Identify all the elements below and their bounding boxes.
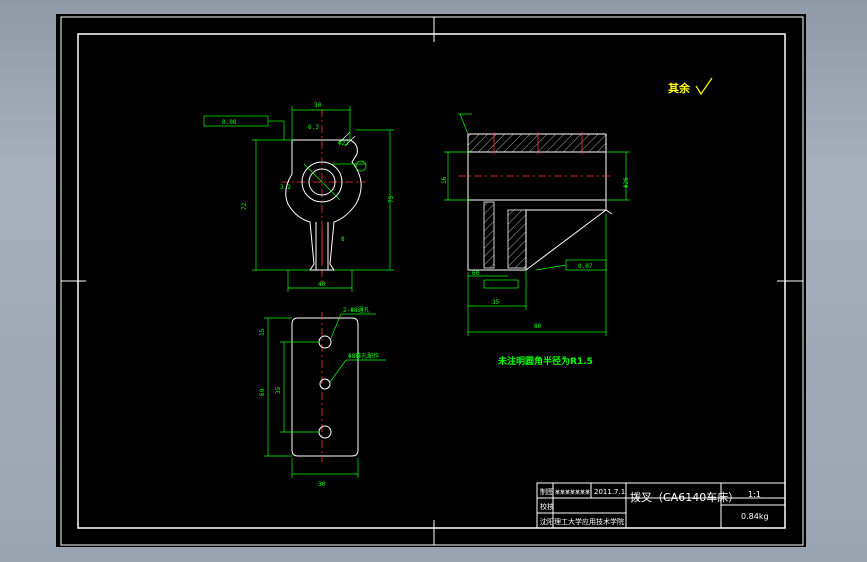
dim-plan-width: 30	[318, 481, 326, 488]
dim-side-width: 60	[472, 270, 480, 277]
hole-note-a: 2-Φ8通孔	[343, 306, 369, 314]
title-drawn-label: 制图	[540, 487, 554, 496]
title-part-name: 拨叉（CA6140车床）	[630, 490, 739, 504]
dim-side-total: 80	[534, 323, 542, 330]
dim-left-height: 72	[241, 202, 248, 210]
dim-plan-height: 69	[259, 388, 266, 396]
finish-symbol	[695, 77, 713, 96]
plan-view: 69 35 15 30 2-Φ8通孔 Φ8锥孔配作	[259, 306, 386, 488]
front-view: 30 72 75 40 Φ22 8 0.08 3.2 6.3	[203, 102, 395, 292]
inner-frame	[77, 33, 786, 529]
hole-note-b: Φ8锥孔配作	[348, 352, 379, 360]
title-date: 2011.7.1	[594, 488, 625, 496]
tol-perpendicular: 0.07	[578, 263, 593, 270]
dim-small: 8	[341, 236, 345, 243]
dim-side-mid: 35	[492, 299, 500, 306]
title-check-label: 校核	[540, 502, 554, 511]
dim-dia: Φ22	[338, 140, 349, 147]
dim-top-width: 30	[314, 102, 322, 109]
title-drawn-name: 某某某某某某某	[555, 490, 590, 496]
center-marks	[61, 17, 803, 545]
fillet-note: 未注明圆角半径为R1.5	[497, 355, 593, 367]
outer-frame	[60, 16, 804, 546]
dim-side-height: 16	[441, 176, 448, 184]
surface-finish-a: 3.2	[280, 184, 291, 191]
title-school: 沈阳理工大学应用技术学院	[540, 517, 624, 526]
title-weight: 0.84kg	[741, 512, 769, 521]
tol-flatness: 0.08	[222, 119, 237, 126]
dim-right-height: 75	[388, 195, 395, 203]
surface-finish-b: 6.3	[308, 124, 319, 131]
rest-finish-note: 其余	[668, 81, 691, 95]
dim-side-dia: Φ26	[623, 177, 630, 188]
dim-bottom-width: 40	[318, 281, 326, 288]
drawing-sheet: 30 72 75 40 Φ22 8 0.08 3.2 6.3 16 Φ26 35…	[56, 14, 806, 547]
dim-plan-mid: 35	[275, 386, 282, 394]
dim-plan-top: 15	[259, 328, 266, 336]
cad-drawing: 30 72 75 40 Φ22 8 0.08 3.2 6.3 16 Φ26 35…	[60, 16, 804, 546]
side-view: 16 Φ26 35 60 80 0.07	[441, 113, 630, 336]
title-scale: 1:1	[748, 490, 761, 499]
